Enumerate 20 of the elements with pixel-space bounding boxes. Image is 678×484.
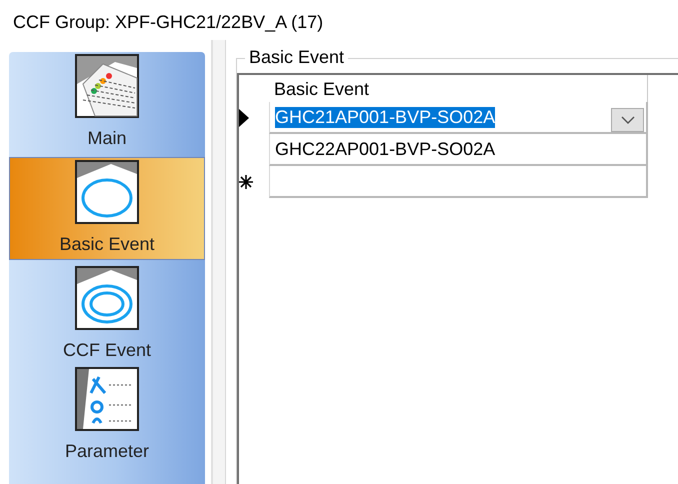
row-pointer-icon	[239, 109, 249, 127]
greek-symbols-document-icon	[75, 367, 139, 431]
asterisk-icon	[239, 175, 253, 189]
table-cell[interactable]: GHC22AP001-BVP-SO02A	[269, 134, 648, 166]
list-document-icon	[75, 54, 139, 118]
sidebar-item[interactable]: CCF Event	[9, 264, 205, 365]
column-header[interactable]: Basic Event	[269, 75, 648, 102]
circle-document-icon	[75, 160, 139, 224]
dropdown-button[interactable]	[611, 108, 644, 132]
splitter[interactable]	[211, 40, 226, 484]
cell-value: GHC21AP001-BVP-SO02A	[275, 106, 496, 128]
sidebar-item[interactable]: Basic Event	[9, 157, 205, 260]
double-circle-document-icon	[75, 266, 139, 330]
cell-value: GHC22AP001-BVP-SO02A	[275, 138, 496, 160]
table-cell[interactable]: GHC21AP001-BVP-SO02A	[269, 102, 648, 134]
table-cell[interactable]	[269, 166, 648, 198]
chevron-down-icon	[620, 116, 634, 124]
sidebar-item[interactable]: Main	[9, 52, 205, 153]
sidebar-item[interactable]: Parameter	[9, 365, 205, 466]
window-title: CCF Group: XPF-GHC21/22BV_A (17)	[12, 11, 324, 34]
